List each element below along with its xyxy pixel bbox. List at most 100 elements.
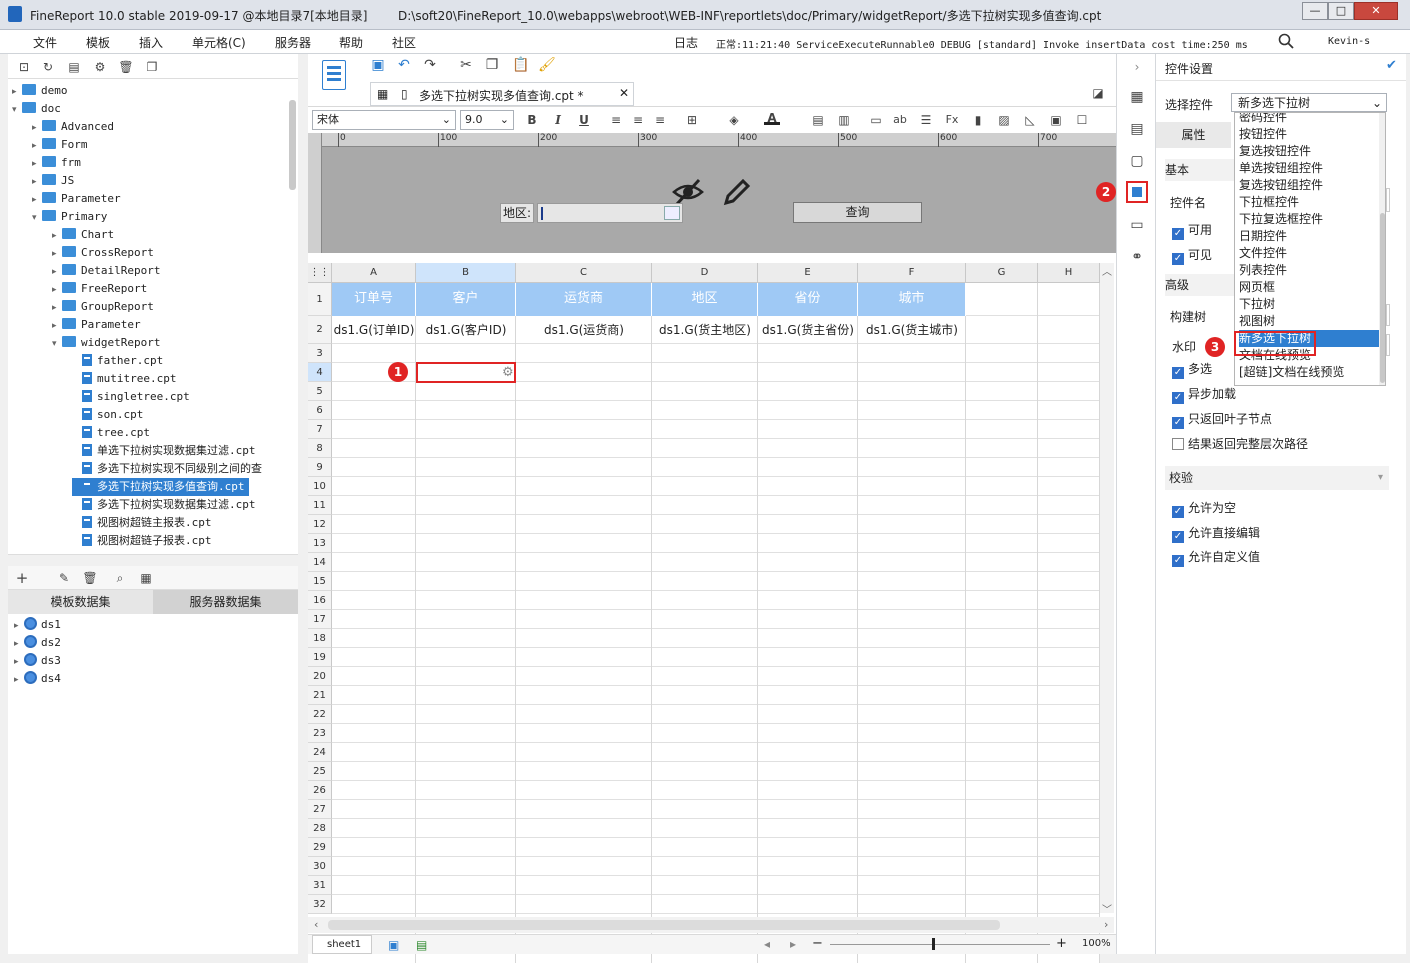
row-number[interactable]: 6: [308, 401, 332, 420]
widget-type-option[interactable]: 单选按钮组控件: [1239, 160, 1379, 177]
build-tree-button[interactable]: [1386, 304, 1390, 326]
tree-folder[interactable]: ▸ Form: [32, 136, 88, 154]
add-dataset-icon[interactable]: +: [14, 571, 30, 586]
widget-type-option[interactable]: 密码控件: [1239, 113, 1379, 126]
tree-file[interactable]: singletree.cpt: [72, 388, 190, 406]
zoom-slider-handle[interactable]: [932, 938, 935, 950]
font-color-icon[interactable]: A: [764, 111, 780, 125]
hyperlink-icon[interactable]: ⚭: [1129, 250, 1145, 264]
menu-template[interactable]: 模板: [86, 34, 110, 51]
copy-cell-icon[interactable]: ❐: [484, 58, 500, 72]
widget-name-input[interactable]: [1386, 188, 1390, 212]
expand-arrow-icon[interactable]: ▸: [12, 83, 22, 101]
tree-file[interactable]: father.cpt: [72, 352, 163, 370]
redo-icon[interactable]: ↷: [422, 58, 438, 72]
expand-arrow-icon[interactable]: ▸: [52, 263, 62, 281]
format-brush-icon[interactable]: 🖌: [538, 58, 556, 72]
tree-folder[interactable]: ▾ Primary: [32, 208, 107, 226]
allow-empty-checkbox[interactable]: ✓ 允许为空: [1172, 499, 1236, 518]
prev-sheet-icon[interactable]: ◂: [764, 937, 770, 951]
border-icon[interactable]: ⊞: [684, 113, 700, 127]
row-number[interactable]: 28: [308, 819, 332, 838]
align-right-icon[interactable]: ≡: [652, 113, 668, 127]
tab-attributes[interactable]: 属性: [1156, 122, 1231, 148]
widget-type-option[interactable]: 视图树: [1239, 313, 1379, 330]
allow-custom-checkbox[interactable]: ✓ 允许自定义值: [1172, 548, 1260, 567]
dataset-item[interactable]: ▸ ds4: [14, 670, 61, 688]
cut-icon[interactable]: ✂: [458, 58, 474, 72]
widget-type-option[interactable]: 下拉框控件: [1239, 194, 1379, 211]
template-menu-icon[interactable]: [322, 60, 346, 90]
condition-attr-icon[interactable]: ▭: [1129, 218, 1145, 232]
row-number[interactable]: 32: [308, 895, 332, 914]
tree-file[interactable]: 多选下拉树实现不同级别之间的查: [72, 460, 262, 478]
dataset-param-icon[interactable]: ▦: [138, 571, 154, 585]
row-number[interactable]: 1 (H): [308, 283, 332, 338]
header-cell[interactable]: 客户: [416, 283, 516, 316]
row-number[interactable]: 30: [308, 857, 332, 876]
tree-folder[interactable]: ▸ FreeReport: [52, 280, 147, 298]
zoom-slider[interactable]: [830, 944, 1050, 945]
save-icon[interactable]: ▣: [370, 58, 386, 72]
slash-icon[interactable]: ◺: [1022, 113, 1038, 127]
row-number[interactable]: 12: [308, 515, 332, 534]
expand-arrow-icon[interactable]: ▾: [32, 209, 42, 227]
tree-scrollbar[interactable]: [289, 100, 296, 190]
expand-arrow-icon[interactable]: ▸: [52, 281, 62, 299]
zoom-in-icon[interactable]: +: [1056, 936, 1067, 951]
row-number[interactable]: 14: [308, 553, 332, 572]
delete-dataset-icon[interactable]: 🗑: [82, 571, 98, 585]
widget-type-option[interactable]: 按钮控件: [1239, 126, 1379, 143]
tree-file[interactable]: 视图树超链子报表.cpt: [72, 532, 212, 550]
widget-type-option[interactable]: 复选按钮控件: [1239, 143, 1379, 160]
tree-file[interactable]: son.cpt: [72, 406, 143, 424]
pin-icon[interactable]: ✔: [1386, 58, 1397, 73]
data-cell[interactable]: ds1.G(运货商): [516, 316, 652, 344]
async-load-checkbox[interactable]: ✓ 异步加载: [1172, 385, 1236, 404]
menu-cell[interactable]: 单元格(C): [192, 34, 246, 51]
widget-type-option[interactable]: [超链]文档在线预览: [1239, 364, 1379, 381]
row-number[interactable]: 9: [308, 458, 332, 477]
visible-checkbox[interactable]: ✓ 可见: [1172, 246, 1212, 265]
expand-arrow-icon[interactable]: ▸: [52, 299, 62, 317]
row-number[interactable]: 20: [308, 667, 332, 686]
dataset-item[interactable]: ▸ ds3: [14, 652, 61, 670]
row-number[interactable]: 10: [308, 477, 332, 496]
multi-select-checkbox[interactable]: ✓ 多选: [1172, 360, 1212, 379]
log-link[interactable]: 日志: [674, 34, 698, 51]
section-advanced[interactable]: 高级: [1165, 274, 1235, 296]
expand-icon[interactable]: ◪: [1090, 86, 1106, 100]
row-number[interactable]: 26: [308, 781, 332, 800]
data-cell[interactable]: ds1.G(货主省份): [758, 316, 858, 344]
header-cell[interactable]: 运货商: [516, 283, 652, 316]
data-cell[interactable]: ds1.G(货主地区): [652, 316, 758, 344]
template-tab[interactable]: ▦ ▯ 多选下拉树实现多值查询.cpt * ✕: [370, 82, 634, 106]
grid-vscrollbar[interactable]: ︿ ﹀: [1100, 263, 1114, 916]
menu-help[interactable]: 帮助: [339, 34, 363, 51]
tree-folder[interactable]: ▾ widgetReport: [52, 334, 160, 352]
tree-file[interactable]: tree.cpt: [72, 424, 150, 442]
data-cell[interactable]: ds1.G(货主城市): [858, 316, 966, 344]
tree-file[interactable]: 多选下拉树实现数据集过滤.cpt: [72, 496, 256, 514]
column-header[interactable]: D: [652, 263, 758, 283]
header-cell[interactable]: 城市: [858, 283, 966, 316]
column-header[interactable]: A: [332, 263, 416, 283]
expand-arrow-icon[interactable]: ▸: [32, 173, 42, 191]
fill-color-icon[interactable]: ◈: [726, 113, 742, 127]
dropdown-scrollbar[interactable]: [1379, 113, 1385, 385]
widget-type-option[interactable]: 网页框: [1239, 279, 1379, 296]
row-number[interactable]: 23: [308, 724, 332, 743]
data-cell[interactable]: ds1.G(客户ID): [416, 316, 516, 344]
row-number[interactable]: 27: [308, 800, 332, 819]
row-number[interactable]: 19: [308, 648, 332, 667]
menu-file[interactable]: 文件: [33, 34, 57, 51]
widget-type-option[interactable]: 文件控件: [1239, 245, 1379, 262]
tab-close-icon[interactable]: ✕: [619, 86, 629, 100]
split-cell-icon[interactable]: ▥: [836, 113, 852, 127]
expand-arrow-icon[interactable]: ▸: [52, 317, 62, 335]
enabled-checkbox[interactable]: ✓ 可用: [1172, 221, 1212, 240]
row-number[interactable]: 29: [308, 838, 332, 857]
subreport-icon[interactable]: ▣: [1048, 113, 1064, 127]
tree-file[interactable]: 多选下拉树实现多值查询.cpt: [72, 478, 249, 496]
expand-arrow-icon[interactable]: ▸: [14, 617, 24, 635]
